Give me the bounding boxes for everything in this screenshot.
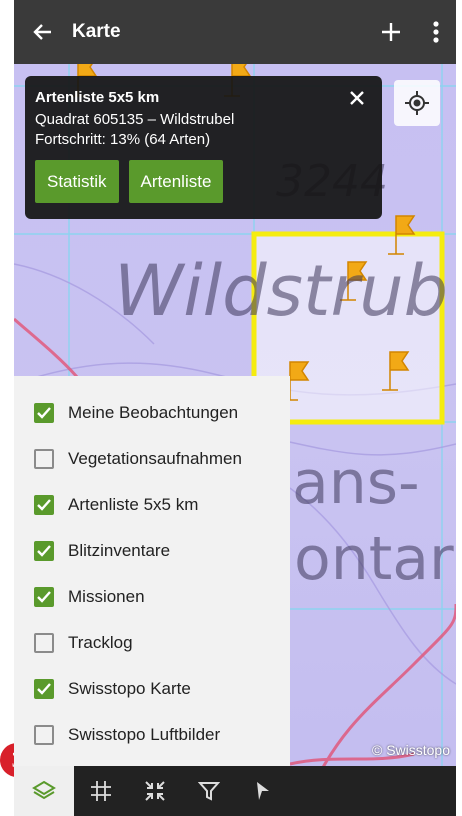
app-screen: Wildstrub 3244 ans- ontar Karte Artenlis… xyxy=(14,0,456,816)
layer-label: Swisstopo Karte xyxy=(68,679,191,698)
map-label: Wildstrub xyxy=(114,250,449,332)
layer-item[interactable]: Meine Beobachtungen xyxy=(14,390,290,436)
checkbox-checked-icon[interactable] xyxy=(34,541,54,561)
info-popup: Artenliste 5x5 km Quadrat 605135 – Wilds… xyxy=(25,76,382,219)
checkbox-unchecked-icon[interactable] xyxy=(34,633,54,653)
map-copyright: © Swisstopo xyxy=(371,742,450,758)
checkbox-unchecked-icon[interactable] xyxy=(34,449,54,469)
checkbox-checked-icon[interactable] xyxy=(34,403,54,423)
info-line: Quadrat 605135 – Wildstrubel xyxy=(35,111,235,128)
statistik-button[interactable]: Statistik xyxy=(35,160,119,203)
layers-button[interactable] xyxy=(14,766,74,816)
more-vert-icon xyxy=(433,21,439,43)
collapse-arrows-icon xyxy=(145,781,165,801)
layer-item[interactable]: Swisstopo Karte xyxy=(14,666,290,712)
layer-item[interactable]: Missionen xyxy=(14,574,290,620)
gps-locate-icon xyxy=(405,91,429,115)
page-title: Karte xyxy=(72,21,121,42)
map-label: ans- xyxy=(292,448,420,518)
bottom-toolbar xyxy=(14,766,456,816)
filter-icon xyxy=(198,782,220,801)
artenliste-button[interactable]: Artenliste xyxy=(128,160,224,203)
checkbox-checked-icon[interactable] xyxy=(34,587,54,607)
navigation-icon xyxy=(257,782,269,800)
map-label: ontar xyxy=(294,524,454,594)
layer-panel: Meine Beobachtungen Vegetationsaufnahmen A… xyxy=(14,376,290,766)
info-heading: Artenliste 5x5 km xyxy=(35,89,160,106)
layer-label: Meine Beobachtungen xyxy=(68,403,239,422)
collapse-button[interactable] xyxy=(128,766,182,816)
filter-button[interactable] xyxy=(182,766,236,816)
close-icon xyxy=(350,91,364,105)
info-line: Fortschritt: 13% (64 Arten) xyxy=(35,131,211,148)
grid-button[interactable] xyxy=(74,766,128,816)
layer-label: Missionen xyxy=(68,587,145,606)
back-button[interactable] xyxy=(14,0,72,64)
plus-icon xyxy=(382,23,400,41)
layers-icon xyxy=(32,780,56,800)
layer-item[interactable]: Vegetationsaufnahmen xyxy=(14,436,290,482)
layer-label: Swisstopo Luftbilder xyxy=(68,725,221,744)
layer-label: Tracklog xyxy=(68,633,133,652)
layer-label: Vegetationsaufnahmen xyxy=(68,449,242,468)
add-button[interactable] xyxy=(366,0,416,64)
layer-item[interactable]: Artenliste 5x5 km xyxy=(14,482,290,528)
more-menu-button[interactable] xyxy=(416,0,456,64)
grid-icon xyxy=(91,781,111,801)
app-bar: Karte xyxy=(14,0,456,64)
layer-item[interactable]: Swisstopo Luftbilder xyxy=(14,712,290,758)
locate-button[interactable] xyxy=(394,80,440,126)
layer-label: Blitzinventare xyxy=(68,541,171,560)
checkbox-checked-icon[interactable] xyxy=(34,495,54,515)
arrow-left-icon xyxy=(33,24,51,40)
checkbox-checked-icon[interactable] xyxy=(34,679,54,699)
layer-label: Artenliste 5x5 km xyxy=(68,495,199,514)
close-popup-button[interactable] xyxy=(346,87,368,109)
navigation-button[interactable] xyxy=(236,766,290,816)
layer-item[interactable]: Tracklog xyxy=(14,620,290,666)
layer-item[interactable]: Blitzinventare xyxy=(14,528,290,574)
checkbox-unchecked-icon[interactable] xyxy=(34,725,54,745)
